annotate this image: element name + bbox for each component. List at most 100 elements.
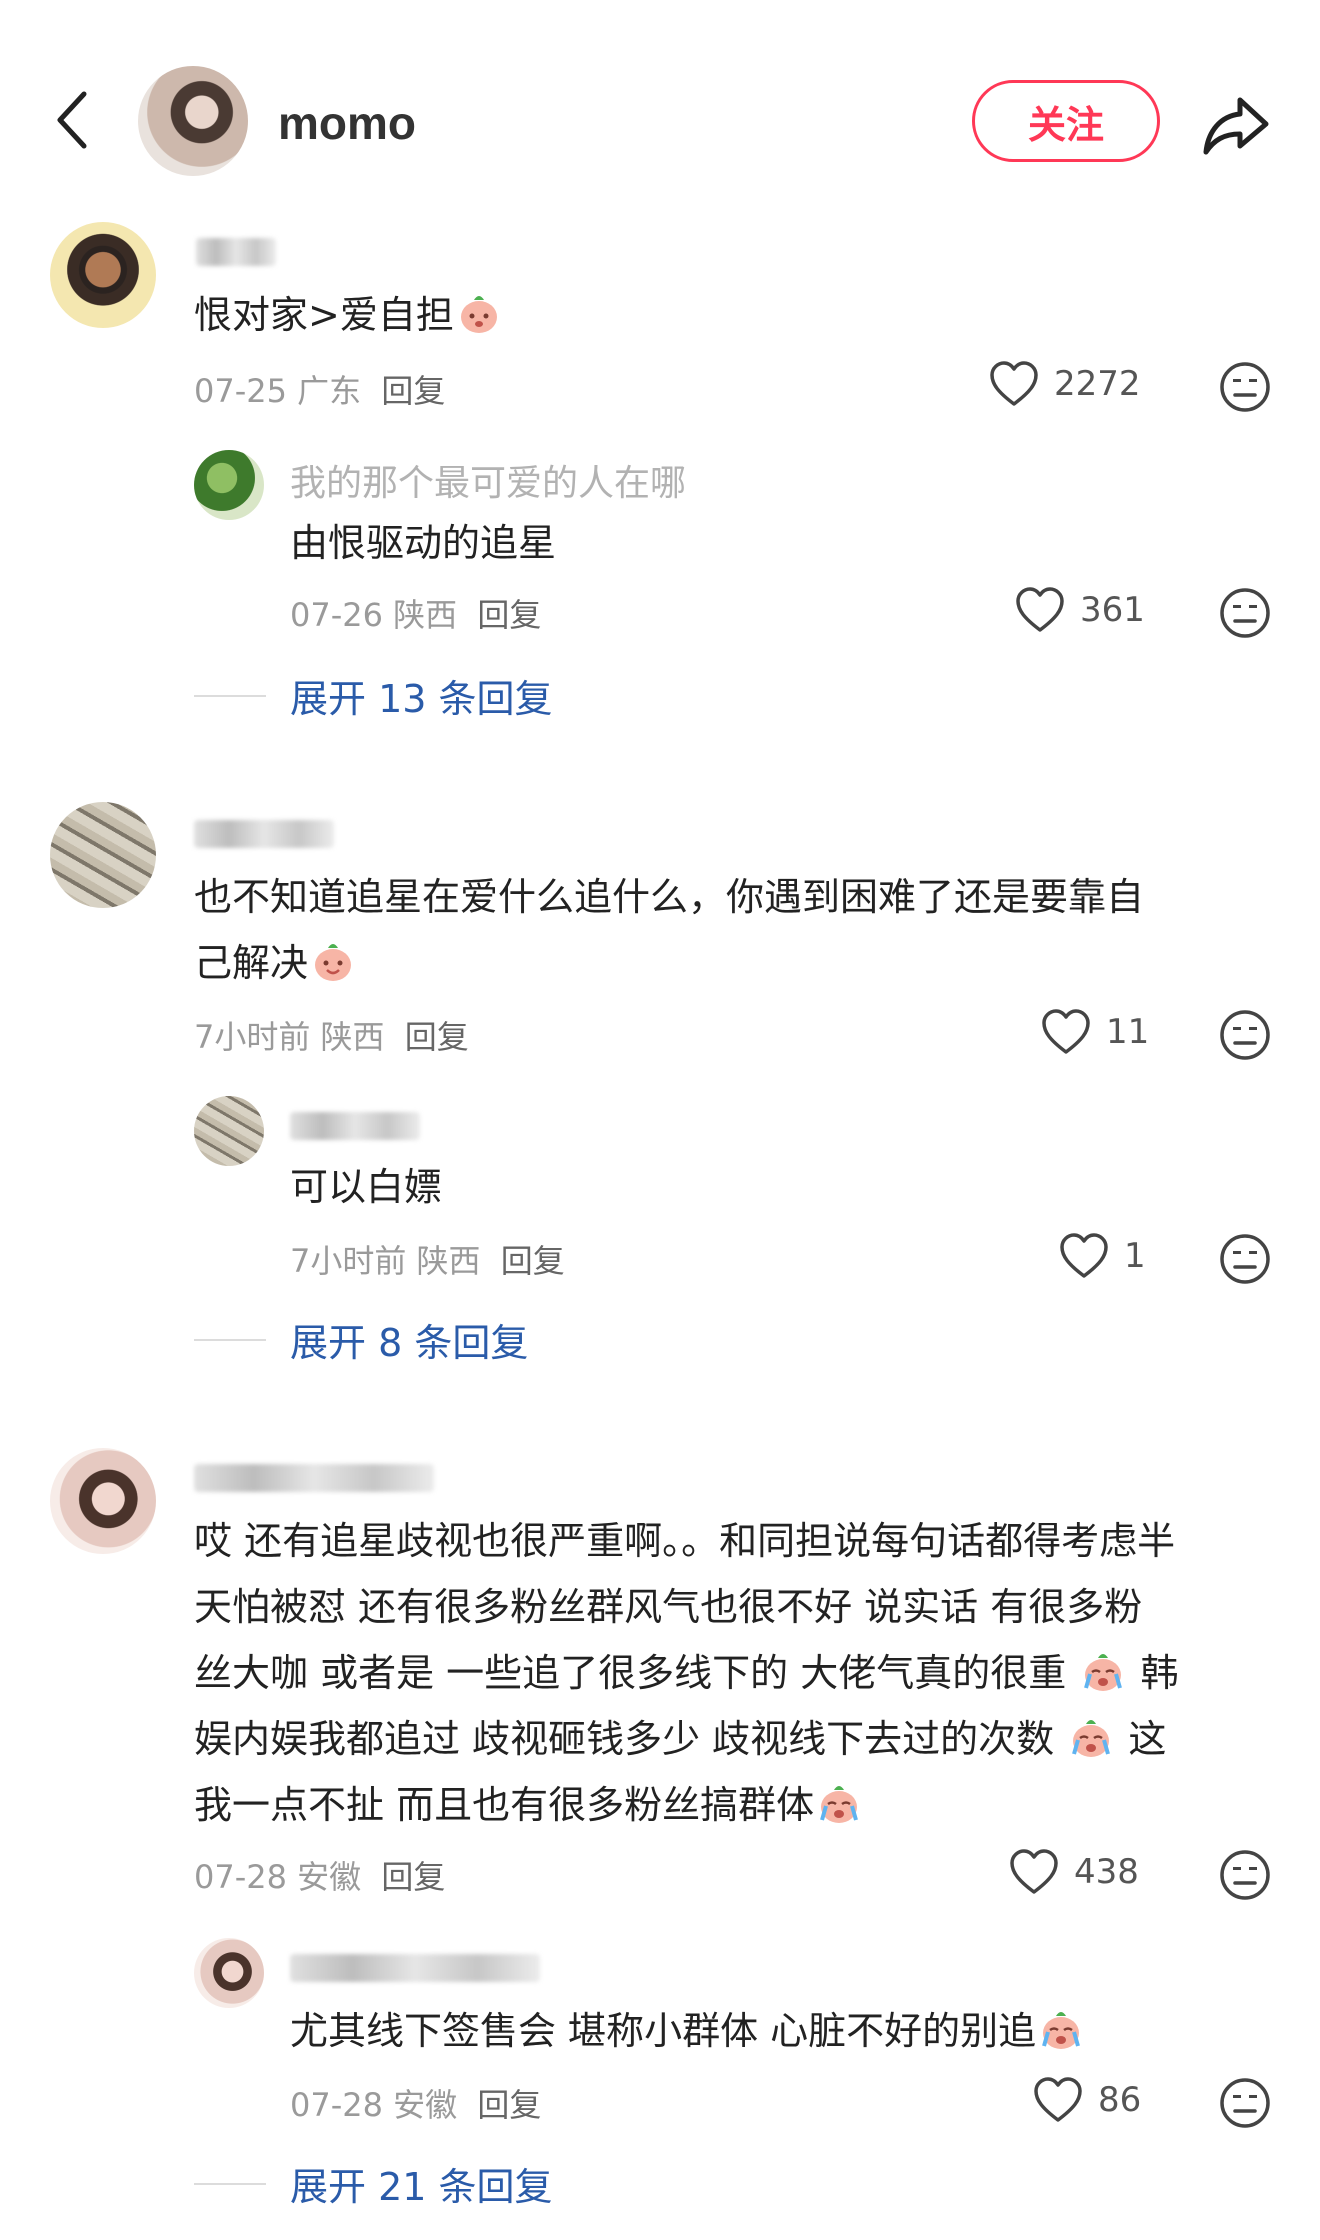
- comment-text-part: 丝大咖 或者是 一些追了很多线下的 大佬气真的很重: [194, 1651, 1067, 1695]
- replier-avatar[interactable]: [194, 450, 264, 520]
- reply-text-part: 尤其线下签售会 堪称小群体 心脏不好的别追: [290, 2009, 1037, 2053]
- comment-text-part: 这: [1128, 1717, 1167, 1761]
- like-count: 2272: [1054, 364, 1141, 404]
- expand-replies-label: 展开 13 条回复: [290, 677, 553, 721]
- comment-date: 07-28: [194, 1858, 287, 1896]
- dislike-button[interactable]: [1218, 586, 1272, 640]
- like-button[interactable]: 1: [1058, 1232, 1146, 1280]
- like-count: 361: [1080, 590, 1145, 630]
- comment-text: 哎 还有追星歧视也很严重啊。。和同担说每句话都得考虑半 天怕被怼 还有很多粉丝群…: [194, 1508, 1294, 1838]
- comment-meta: 07-25 广东 回复: [194, 366, 445, 412]
- reply-meta: 07-28 安徽 回复: [290, 2080, 541, 2126]
- like-button[interactable]: 2272: [988, 360, 1141, 408]
- comment-text-part: 己解决: [194, 941, 309, 985]
- dislike-button[interactable]: [1218, 360, 1272, 414]
- heart-outline-icon: [1016, 587, 1064, 632]
- comment-meta: 7小时前 陕西 回复: [194, 1012, 469, 1058]
- author-name[interactable]: momo: [278, 96, 416, 150]
- commenter-name-blurred[interactable]: [196, 230, 276, 271]
- reply-meta: 07-26 陕西 回复: [290, 590, 541, 636]
- comment-text-part: 娱内娱我都追过 歧视砸钱多少 歧视线下去过的次数: [194, 1717, 1055, 1761]
- reply-text: 可以白嫖: [290, 1165, 443, 1209]
- heart-outline-icon: [1042, 1009, 1090, 1054]
- top-bar: momo 关注: [0, 0, 1320, 200]
- reply-date: 07-26: [290, 596, 383, 634]
- dislike-button[interactable]: [1218, 1232, 1272, 1286]
- reply-location: 陕西: [393, 596, 458, 634]
- commenter-avatar[interactable]: [50, 222, 156, 328]
- reply-button[interactable]: 回复: [405, 1018, 469, 1056]
- peach-emoji-icon: [460, 296, 497, 333]
- like-button[interactable]: 438: [1008, 1848, 1139, 1896]
- reply-text: 由恨驱动的追星: [290, 521, 557, 565]
- dislike-button[interactable]: [1218, 1848, 1272, 1902]
- comment-text-part: 哎 还有追星歧视也很严重啊。。和同担说每句话都得考虑半: [194, 1519, 1176, 1563]
- like-count: 1: [1124, 1236, 1146, 1276]
- expand-replies-button[interactable]: 展开 13 条回复: [194, 668, 553, 723]
- reply-button[interactable]: 回复: [477, 596, 541, 634]
- share-arrow-icon: [1203, 97, 1269, 155]
- peach-emoji-icon: [315, 944, 352, 981]
- reply-meta: 7小时前 陕西 回复: [290, 1236, 565, 1282]
- reply-date: 07-28: [290, 2086, 383, 2124]
- replier-avatar[interactable]: [194, 1938, 264, 2008]
- like-button[interactable]: 361: [1014, 586, 1145, 634]
- comment-text-part: 我一点不扯 而且也有很多粉丝搞群体: [194, 1783, 815, 1827]
- replier-avatar[interactable]: [194, 1096, 264, 1166]
- commenter-avatar[interactable]: [50, 1448, 156, 1554]
- comment-location: 安徽: [297, 1858, 362, 1896]
- divider-line: [194, 2182, 266, 2185]
- expand-replies-button[interactable]: 展开 8 条回复: [194, 1312, 528, 1367]
- comment-text-part: 恨对家>爱自担: [194, 293, 454, 337]
- comment-meta: 07-28 安徽 回复: [194, 1852, 445, 1898]
- like-count: 438: [1074, 1852, 1139, 1892]
- comment-date: 07-25: [194, 372, 287, 410]
- expand-replies-button[interactable]: 展开 21 条回复: [194, 2156, 553, 2211]
- replier-name-blurred[interactable]: [290, 1946, 540, 1987]
- dislike-button[interactable]: [1218, 1008, 1272, 1062]
- commenter-name-blurred[interactable]: [194, 1456, 434, 1497]
- reply-button[interactable]: 回复: [501, 1242, 565, 1280]
- heart-outline-icon: [1010, 1849, 1058, 1894]
- heart-outline-icon: [1034, 2077, 1082, 2122]
- expand-replies-label: 展开 21 条回复: [290, 2165, 553, 2209]
- follow-button[interactable]: 关注: [972, 80, 1160, 162]
- comment-location: 广东: [297, 372, 362, 410]
- reply-text: 尤其线下签售会 堪称小群体 心脏不好的别追: [290, 1998, 1086, 2064]
- reply-location: 陕西: [416, 1242, 481, 1280]
- author-avatar[interactable]: [138, 66, 248, 176]
- reply-button[interactable]: 回复: [477, 2086, 541, 2124]
- divider-line: [194, 694, 266, 697]
- like-count: 11: [1106, 1012, 1150, 1052]
- heart-outline-icon: [990, 361, 1038, 406]
- commenter-name-blurred[interactable]: [194, 812, 334, 853]
- like-count: 86: [1098, 2080, 1142, 2120]
- crying-emoji-icon: [1084, 1654, 1123, 1691]
- like-button[interactable]: 86: [1032, 2076, 1141, 2124]
- comment-text: 也不知道追星在爱什么追什么，你遇到困难了还是要靠自 己解决: [194, 864, 1144, 996]
- chevron-left-icon: [57, 91, 87, 149]
- comment-date: 7小时前: [194, 1018, 311, 1056]
- reply-button[interactable]: 回复: [381, 1858, 445, 1896]
- comment-text-part: 韩: [1140, 1651, 1179, 1695]
- reply-button[interactable]: 回复: [381, 372, 445, 410]
- back-button[interactable]: [48, 80, 98, 160]
- divider-line: [194, 1338, 266, 1341]
- crying-emoji-icon: [1042, 2012, 1081, 2049]
- like-button[interactable]: 11: [1040, 1008, 1149, 1056]
- comment-text-part: 天怕被怼 还有很多粉丝群风气也很不好 说实话 有很多粉: [194, 1585, 1143, 1629]
- heart-outline-icon: [1060, 1233, 1108, 1278]
- comment-text-part: 也不知道追星在爱什么追什么，你遇到困难了还是要靠自: [194, 875, 1145, 919]
- expand-replies-label: 展开 8 条回复: [290, 1321, 529, 1365]
- share-button[interactable]: [1196, 84, 1276, 164]
- crying-emoji-icon: [1072, 1720, 1111, 1757]
- replier-name[interactable]: 我的那个最可爱的人在哪: [290, 454, 686, 506]
- comment-location: 陕西: [320, 1018, 385, 1056]
- reply-date: 7小时前: [290, 1242, 407, 1280]
- dislike-button[interactable]: [1218, 2076, 1272, 2130]
- commenter-avatar[interactable]: [50, 802, 156, 908]
- crying-emoji-icon: [820, 1786, 859, 1823]
- replier-name-blurred[interactable]: [290, 1104, 420, 1145]
- comment-text: 恨对家>爱自担: [194, 282, 504, 348]
- reply-location: 安徽: [393, 2086, 458, 2124]
